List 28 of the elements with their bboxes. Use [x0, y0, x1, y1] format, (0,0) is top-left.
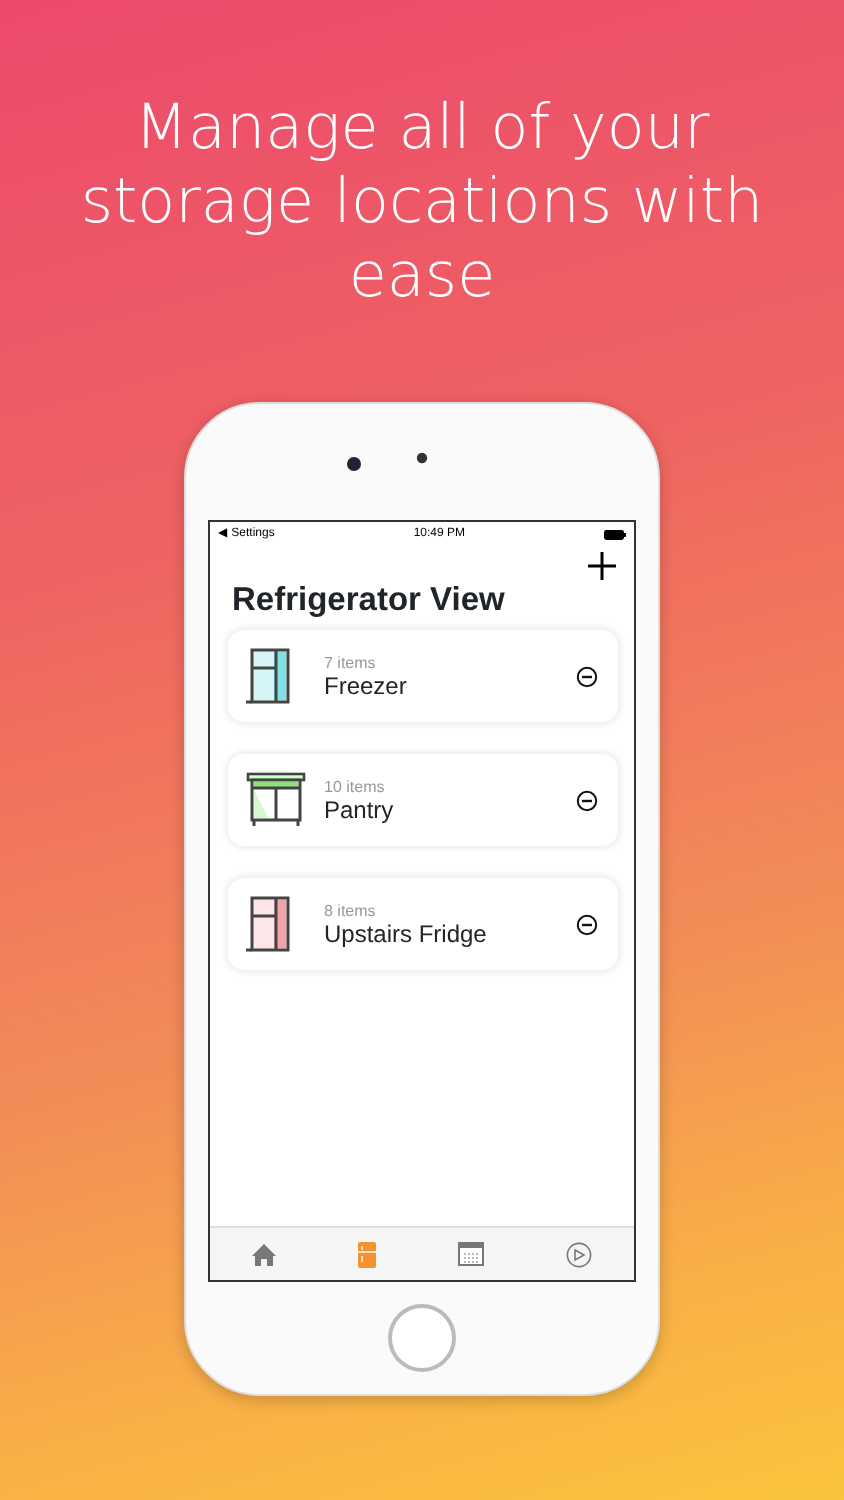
- timer-icon: [566, 1241, 593, 1267]
- battery-icon: [603, 529, 626, 539]
- calendar-icon: [458, 1242, 485, 1266]
- remove-button[interactable]: [576, 665, 598, 687]
- camera-icon: [346, 456, 362, 472]
- cabinet-icon: [244, 770, 308, 830]
- fridge-icon: [357, 1241, 376, 1267]
- page-title: Refrigerator View: [232, 580, 507, 620]
- fridge-icon: [244, 894, 296, 954]
- remove-button[interactable]: [576, 913, 598, 935]
- remove-button[interactable]: [576, 789, 598, 811]
- location-card[interactable]: 10 items Pantry: [226, 752, 620, 848]
- headline: Manage all of your storage locations with ease: [78, 90, 766, 314]
- location-card[interactable]: 7 items Freezer: [226, 628, 620, 724]
- tab-button[interactable]: [566, 1241, 593, 1267]
- location-name: Upstairs Fridge: [324, 919, 489, 947]
- location-name: Freezer: [324, 671, 409, 699]
- fridge-icon: [244, 646, 296, 706]
- item-count: 7 items: [324, 653, 378, 671]
- location-card[interactable]: 8 items Upstairs Fridge: [226, 876, 620, 972]
- item-count: 10 items: [324, 777, 387, 795]
- location-name: Pantry: [324, 795, 396, 823]
- item-count: 8 items: [324, 901, 378, 919]
- speaker-icon: [416, 452, 428, 464]
- add-button[interactable]: [588, 552, 616, 580]
- home-icon: [251, 1243, 276, 1265]
- tab-button[interactable]: [251, 1243, 276, 1265]
- tab-button[interactable]: [458, 1242, 485, 1266]
